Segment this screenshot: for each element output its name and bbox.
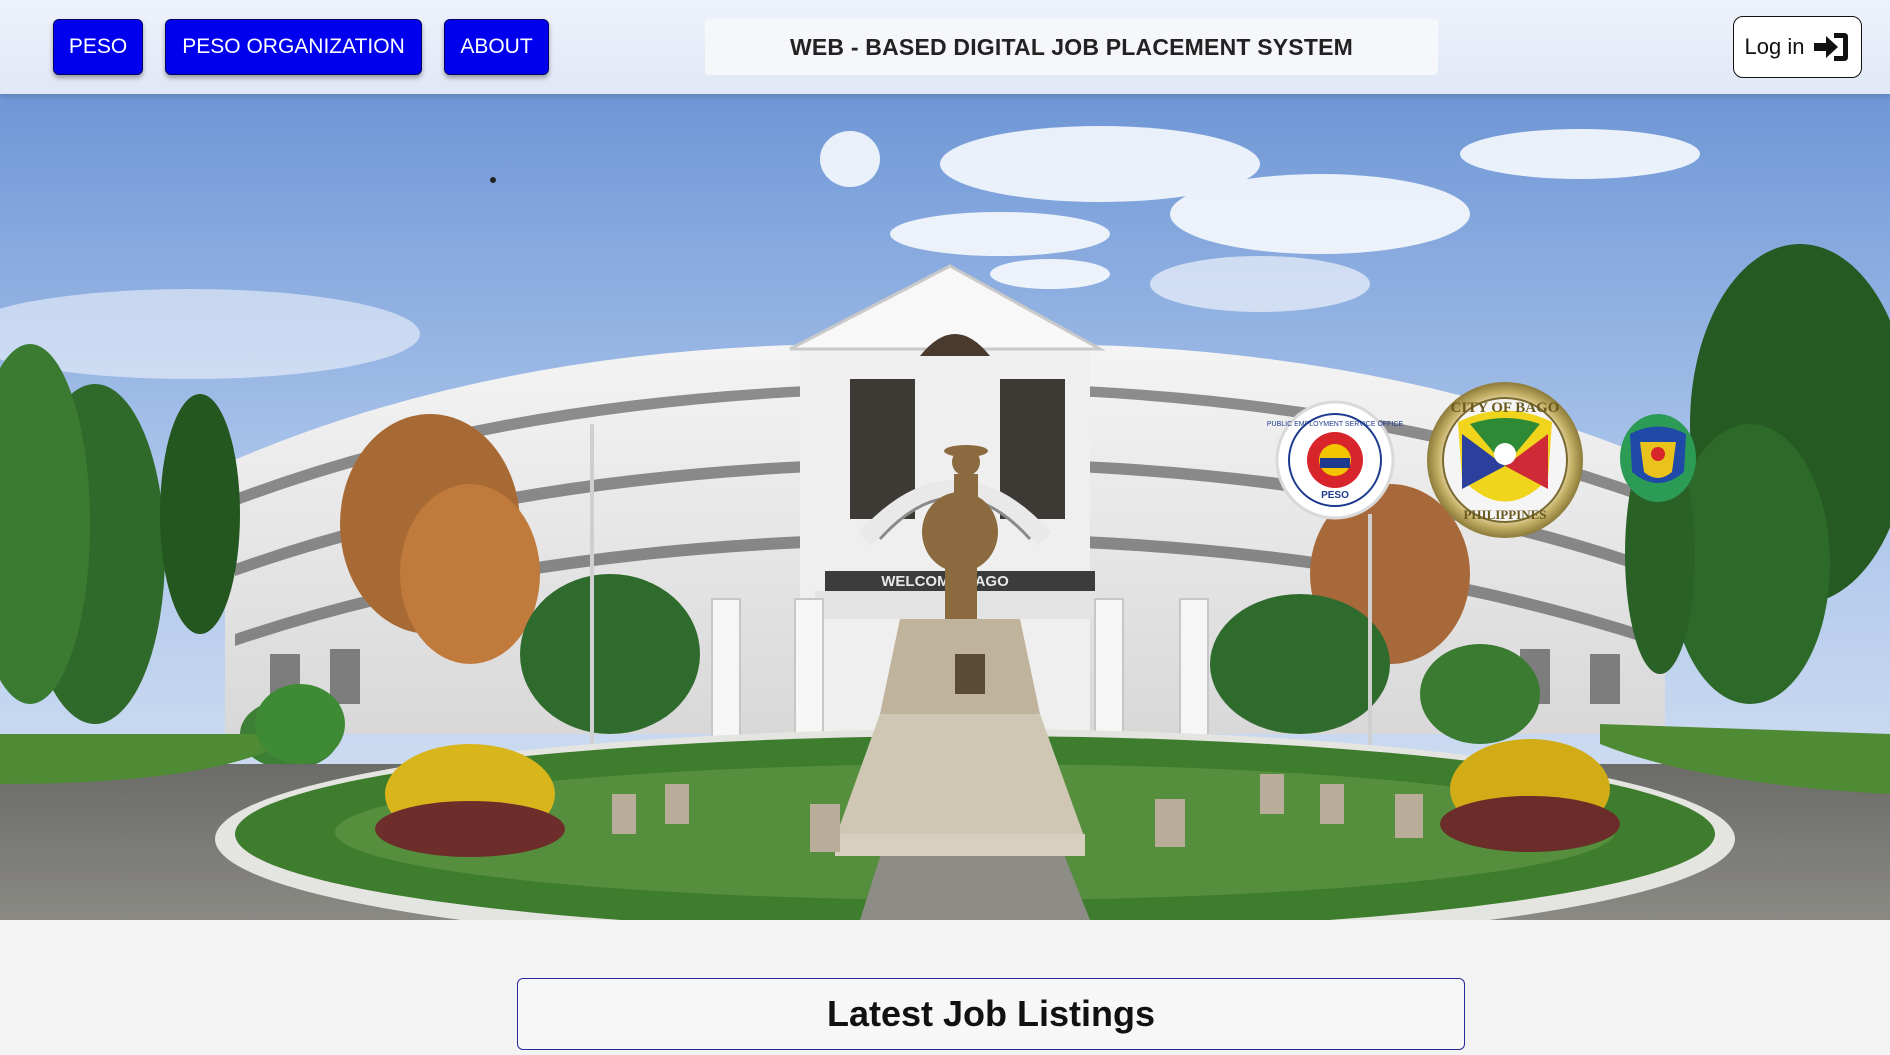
- top-navigation-bar: PESO PESO ORGANIZATION ABOUT WEB - BASED…: [0, 0, 1890, 94]
- city-seal-bottom-text: PHILIPPINES: [1463, 507, 1546, 522]
- city-seal-top-text: CITY OF BAGO: [1451, 400, 1560, 416]
- sign-in-icon: [1814, 33, 1849, 61]
- latest-job-listings-heading: Latest Job Listings: [517, 978, 1465, 1050]
- city-of-bago-seal: CITY OF BAGO PHILIPPINES: [1427, 382, 1583, 538]
- nav-peso-button[interactable]: PESO: [53, 19, 143, 75]
- system-title: WEB - BASED DIGITAL JOB PLACEMENT SYSTEM: [705, 19, 1438, 75]
- peso-seal-ring-text: PUBLIC EMPLOYMENT SERVICE OFFICE: [1267, 421, 1404, 428]
- provincial-seal: [1620, 414, 1696, 502]
- login-button[interactable]: Log in: [1733, 16, 1862, 78]
- nav-peso-organization-button[interactable]: PESO ORGANIZATION: [165, 19, 422, 75]
- login-label: Log in: [1744, 34, 1805, 59]
- peso-seal-inner-text: PESO: [1321, 490, 1349, 501]
- nav-about-button[interactable]: ABOUT: [444, 19, 549, 75]
- hero-image: WELCOME BAGO PUBLIC EMPLOYMENT SERVICE O…: [0, 94, 1890, 920]
- page: PESO PESO ORGANIZATION ABOUT WEB - BASED…: [0, 0, 1890, 1055]
- city-hall-photo: WELCOME BAGO PUBLIC EMPLOYMENT SERVICE O…: [0, 94, 1890, 920]
